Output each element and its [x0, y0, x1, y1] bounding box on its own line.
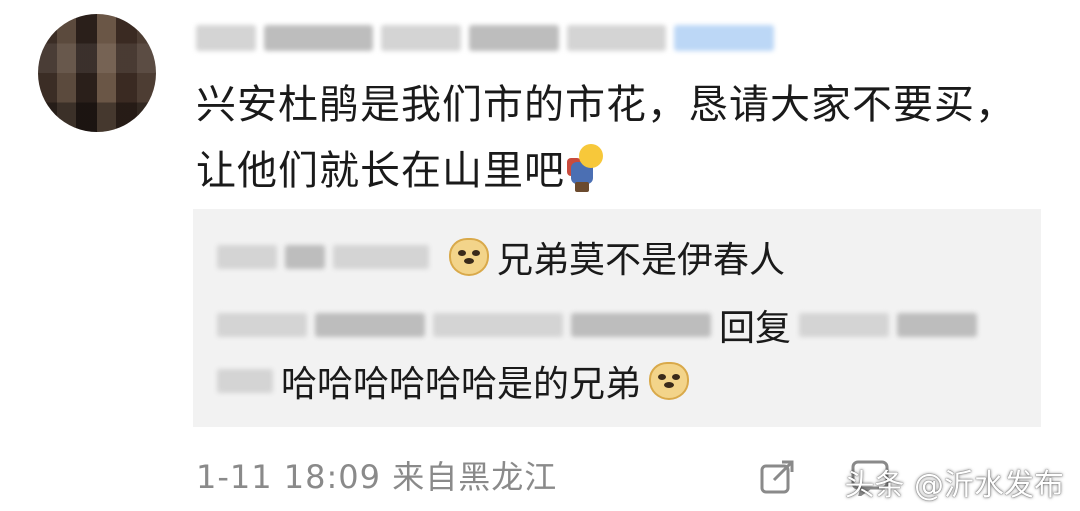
reply-thread[interactable]: 兄弟莫不是伊春人 回复 哈哈哈哈哈哈是的兄弟	[193, 209, 1041, 427]
reply-item[interactable]: 回复	[217, 299, 978, 351]
doge-emoji	[649, 362, 690, 400]
reply-label: 回复	[719, 308, 792, 349]
comment-line-1: 兴安杜鹃是我们市的市花，恳请大家不要买，	[196, 82, 1016, 128]
comment-meta: 1-11 18:09 来自黑龙江	[196, 458, 558, 496]
user-avatar[interactable]	[38, 14, 156, 132]
reply-item[interactable]: 哈哈哈哈哈哈是的兄弟	[217, 355, 690, 407]
share-icon[interactable]	[758, 458, 796, 496]
reply-item[interactable]: 兄弟莫不是伊春人	[217, 231, 785, 283]
doge-emoji	[449, 238, 489, 276]
watermark: 头条 @沂水发布	[844, 468, 1064, 503]
bowing-person-emoji	[565, 144, 605, 192]
comment-line-2: 让他们就长在山里吧	[196, 138, 1046, 204]
username-blurred[interactable]	[196, 22, 774, 54]
reply-text: 兄弟莫不是伊春人	[497, 240, 786, 281]
comment-text: 兴安杜鹃是我们市的市花，恳请大家不要买， 让他们就长在山里吧	[196, 72, 1046, 204]
reply-text: 哈哈哈哈哈哈是的兄弟	[281, 364, 642, 405]
